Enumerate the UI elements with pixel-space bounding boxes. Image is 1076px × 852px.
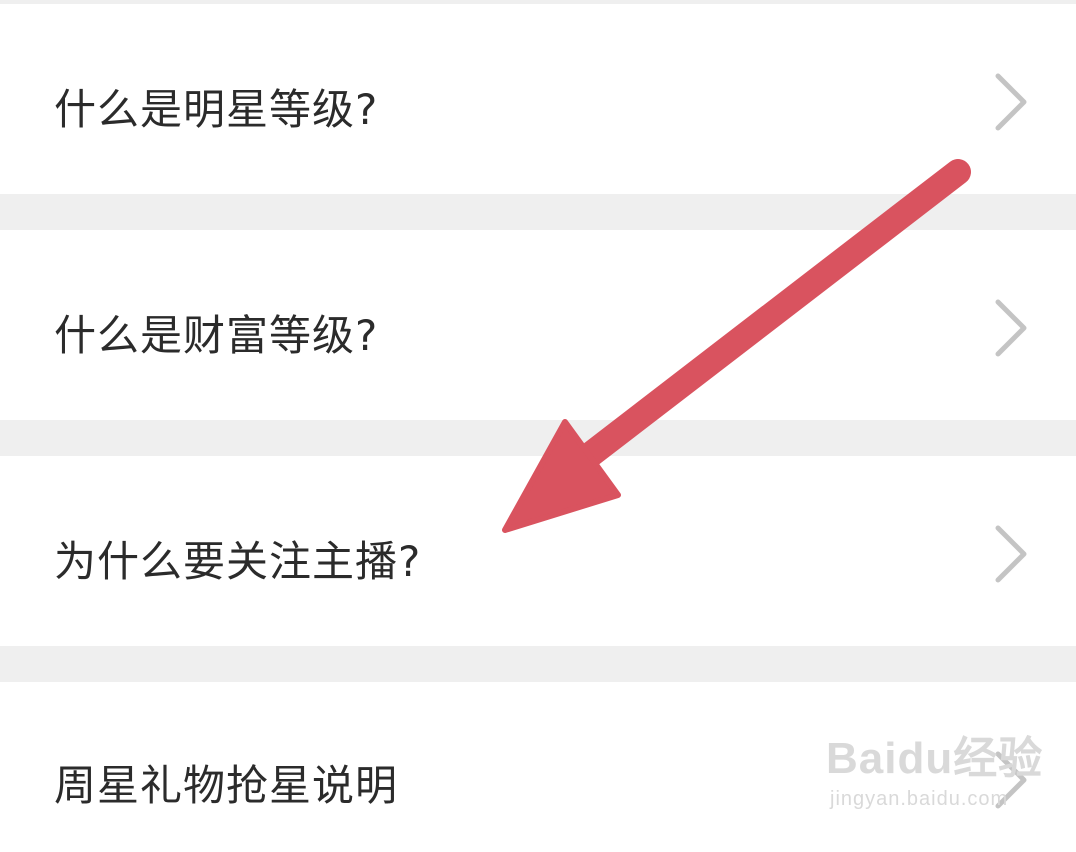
watermark-brand: Baidu经验	[826, 734, 1044, 783]
chevron-right-icon	[995, 73, 1027, 131]
list-item-label: 什么是明星等级?	[54, 85, 379, 134]
chevron-right-icon	[995, 299, 1027, 357]
watermark-url: jingyan.baidu.com	[830, 788, 1009, 810]
chevron-right-icon	[995, 525, 1027, 583]
faq-list: 什么是明星等级? 什么是财富等级? 为什么要关注主播? 周星礼物抢星说明	[0, 0, 1076, 852]
list-item-follow-anchor[interactable]: 为什么要关注主播?	[0, 456, 1076, 646]
list-item-star-level[interactable]: 什么是明星等级?	[0, 4, 1076, 194]
watermark: Baidu经验 jingyan.baidu.com	[826, 722, 1042, 822]
list-item-label: 周星礼物抢星说明	[54, 761, 399, 810]
list-item-wealth-level[interactable]: 什么是财富等级?	[0, 230, 1076, 420]
list-item-label: 什么是财富等级?	[54, 311, 379, 360]
list-item-label: 为什么要关注主播?	[54, 537, 422, 586]
